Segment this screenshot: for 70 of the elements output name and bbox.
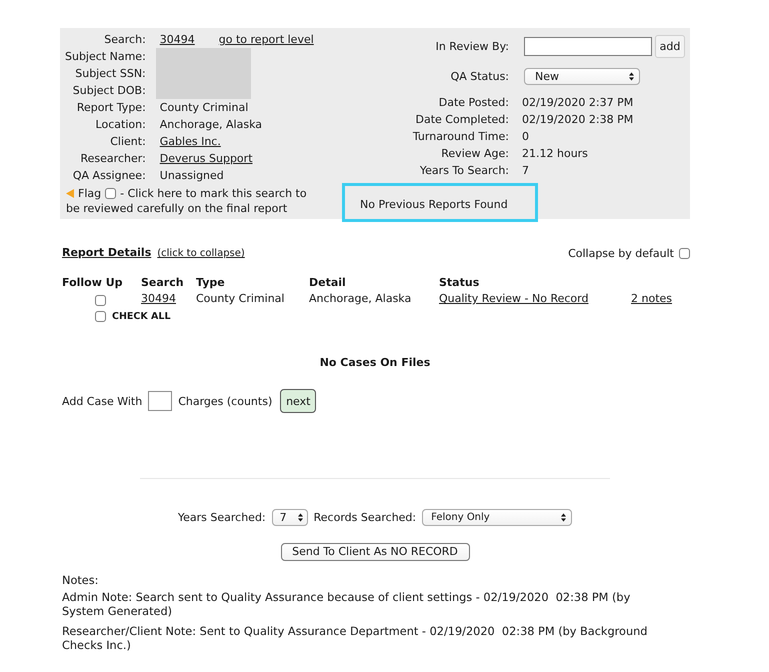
years-searched-select[interactable]: 7 — [272, 509, 308, 526]
qa-status-select[interactable]: New — [524, 68, 640, 85]
column-header: Status — [439, 275, 480, 291]
field-value: 0 — [522, 129, 529, 145]
note-text: Admin Note: Search sent to Quality Assurance because of client settings - 02/19/2020 02:38 PM (by System Generated) — [62, 591, 632, 618]
next-button[interactable]: next — [280, 389, 316, 413]
up-down-caret-icon — [629, 72, 634, 81]
no-reports-notice: No Previous Reports Found — [342, 183, 538, 222]
column-header: Detail — [309, 275, 346, 291]
flag-description: be reviewed carefully on the final report — [66, 201, 288, 216]
follow-up-checkbox[interactable] — [95, 295, 106, 306]
notes-heading: Notes: — [62, 574, 98, 587]
field-label: Search: — [103, 32, 146, 48]
column-header: Follow Up — [62, 275, 123, 291]
field-link[interactable]: 30494 — [160, 31, 195, 48]
charges-label: Charges (counts) — [178, 394, 272, 408]
in-review-by-input[interactable] — [524, 37, 652, 56]
field-label: QA Assignee: — [72, 168, 146, 184]
field-label: Turnaround Time: — [412, 129, 509, 145]
collapse-default-label: Collapse by default — [568, 246, 674, 262]
records-searched-label: Records Searched: — [314, 511, 416, 524]
field-label: Researcher: — [80, 151, 146, 167]
up-down-caret-icon — [561, 513, 566, 522]
collapse-default-checkbox[interactable] — [679, 248, 690, 258]
field-label: QA Status: — [450, 69, 509, 85]
no-cases-message: No Cases On Files — [320, 356, 430, 369]
field-label: Date Completed: — [416, 112, 509, 128]
records-searched-select[interactable]: Felony Only — [422, 509, 572, 526]
notes-link[interactable]: 2 notes — [631, 292, 672, 305]
field-label: Client: — [109, 134, 146, 150]
table-cell: Anchorage, Alaska — [309, 292, 412, 305]
add-button[interactable]: add — [655, 35, 685, 58]
column-header: Search — [141, 275, 184, 291]
field-label: Subject SSN: — [74, 66, 146, 82]
field-value: Unassigned — [160, 168, 224, 184]
status-link[interactable]: Quality Review - No Record — [439, 292, 588, 305]
field-label: Location: — [94, 117, 146, 133]
flag-label: Flag — [78, 186, 102, 201]
field-link[interactable]: Gables Inc. — [160, 133, 221, 150]
column-header: Type — [196, 275, 225, 291]
add-case-label: Add Case With — [62, 394, 142, 408]
field-label: Review Age: — [441, 146, 509, 162]
field-value: 02/19/2020 2:37 PM — [522, 95, 634, 111]
field-label: Date Posted: — [438, 95, 509, 111]
field-value: 21.12 hours — [522, 146, 588, 162]
check-all-checkbox[interactable] — [95, 311, 106, 322]
field-link[interactable]: Deverus Support — [160, 150, 253, 167]
field-value: 7 — [522, 163, 529, 179]
field-label: Subject DOB: — [72, 83, 146, 99]
field-label: Subject Name: — [65, 49, 146, 65]
field-label: Report Type: — [76, 100, 146, 116]
report-details-link[interactable]: Report Details — [62, 246, 152, 259]
field-value: Anchorage, Alaska — [160, 117, 262, 133]
field-link[interactable]: go to report level — [218, 31, 314, 48]
note-text: Researcher/Client Note: Sent to Quality Assurance Department - 02/19/2020 02:38 PM (by Background Checks Inc.) — [62, 625, 648, 652]
search-link[interactable]: 30494 — [141, 292, 176, 305]
send-to-client-button[interactable]: Send To Client As NO RECORD — [280, 543, 470, 561]
collapse-link[interactable]: (click to collapse) — [157, 248, 245, 259]
field-value: County Criminal — [160, 100, 248, 116]
field-value: 02/19/2020 2:38 PM — [522, 112, 634, 128]
check-all-label: CHECK ALL — [112, 310, 171, 324]
flag-description: - Click here to mark this search to — [120, 186, 307, 201]
charges-count-input[interactable] — [148, 391, 172, 411]
flag-triangle-icon — [66, 189, 74, 198]
field-label: In Review By: — [436, 39, 509, 55]
up-down-caret-icon — [298, 513, 303, 522]
table-cell: County Criminal — [196, 292, 284, 305]
flag-checkbox[interactable] — [105, 188, 116, 199]
field-label: Years To Search: — [420, 163, 509, 179]
years-searched-label: Years Searched: — [178, 511, 266, 524]
